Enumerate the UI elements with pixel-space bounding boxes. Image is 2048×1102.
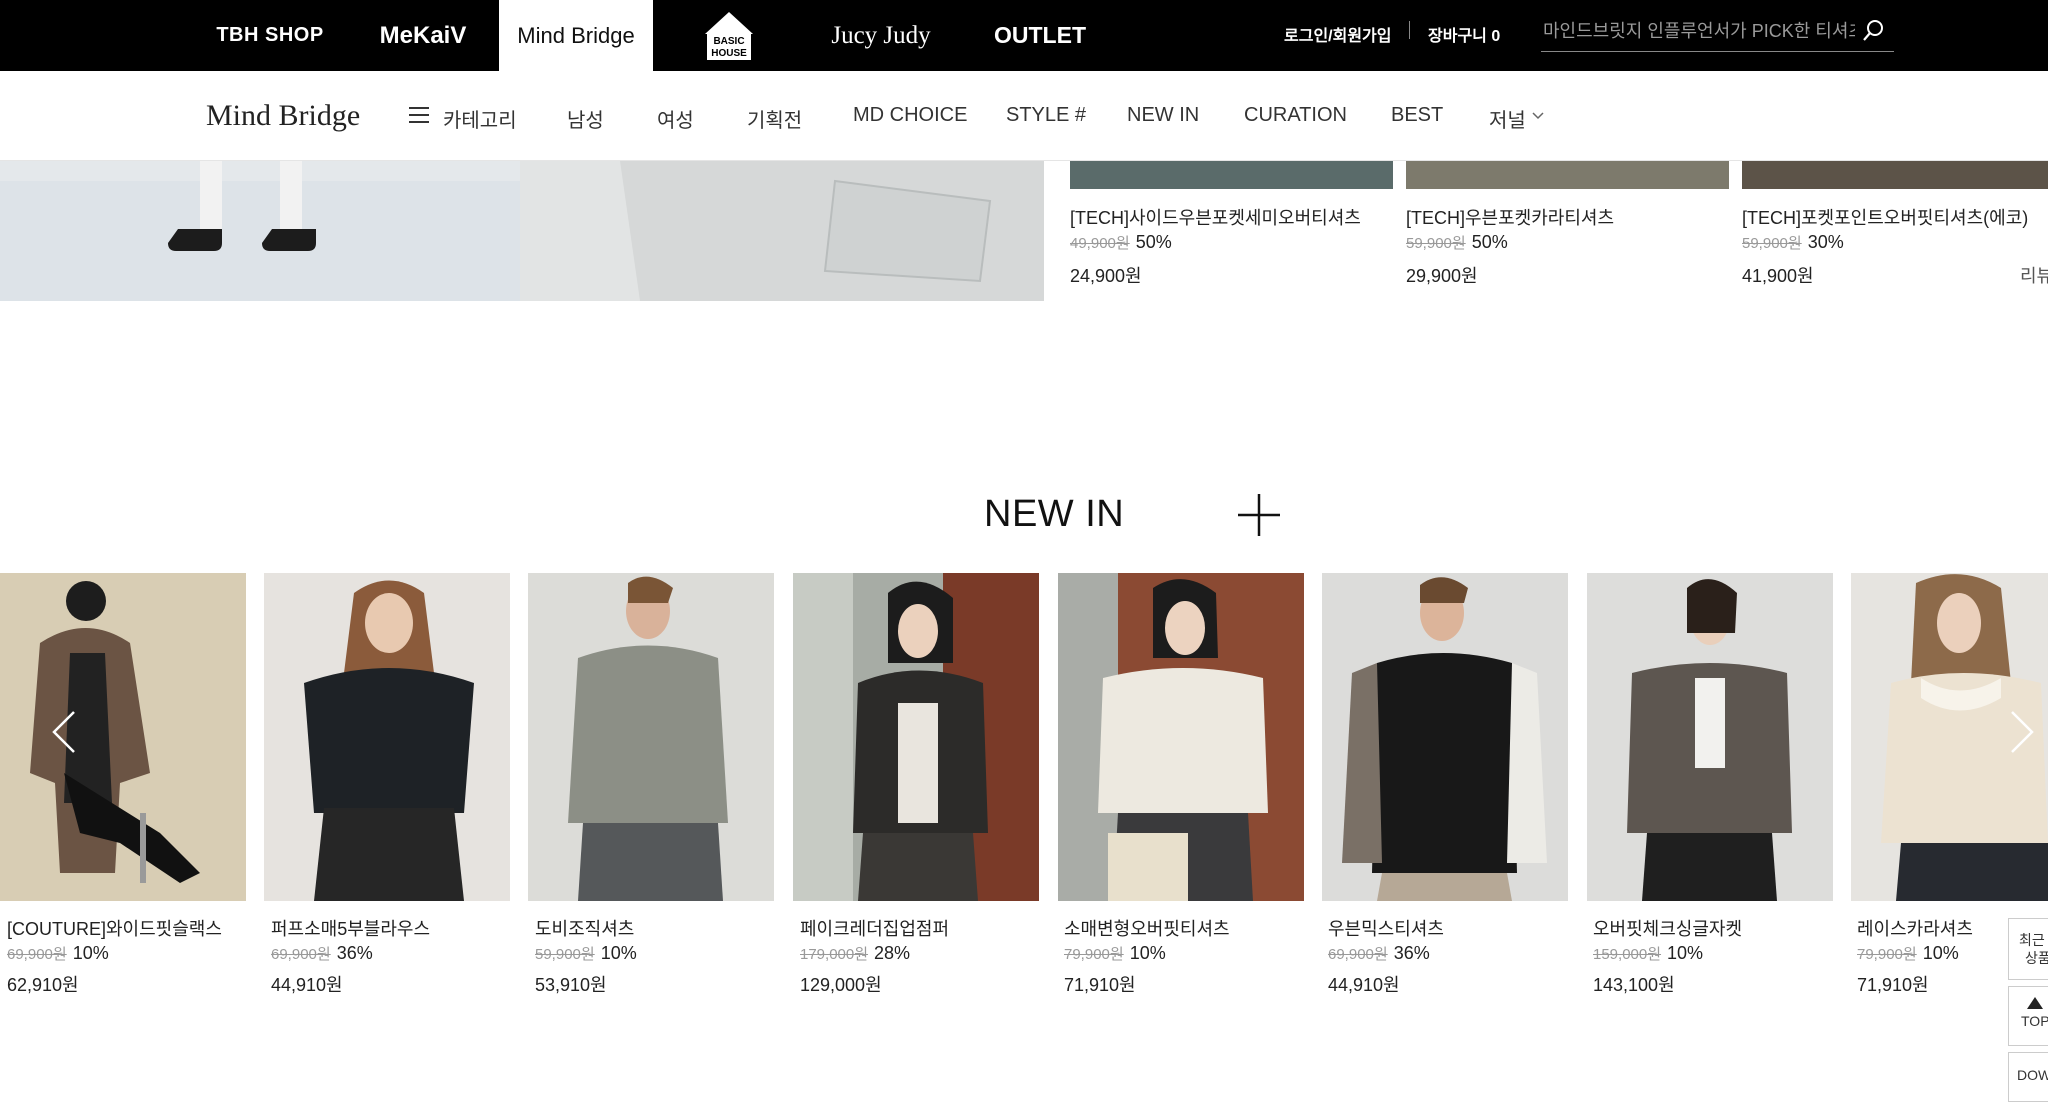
brand-tab-outlet[interactable]: OUTLET — [988, 0, 1092, 71]
svg-text:HOUSE: HOUSE — [711, 48, 747, 59]
product-image-top-1[interactable] — [1070, 161, 1393, 189]
product-image-6[interactable] — [1322, 573, 1568, 901]
recent-label-line2: 상품 — [2025, 950, 2048, 966]
login-link[interactable]: 로그인/회원가입 — [1284, 22, 1392, 46]
product-price-3: 53,910원 — [535, 975, 607, 995]
product-image-top-3[interactable] — [1742, 161, 2048, 189]
brand-tab-jucy-judy[interactable]: Jucy Judy — [826, 0, 936, 71]
product-photo-2 — [264, 573, 510, 901]
chevron-down-icon — [1532, 112, 1544, 120]
top-product-price-2: 29,900원 — [1406, 266, 1478, 286]
product-photo-4 — [793, 573, 1039, 901]
product-photo-5 — [1058, 573, 1304, 901]
search-icon[interactable] — [1860, 18, 1886, 44]
product-name-2[interactable]: 퍼프소매5부블라우스 — [271, 915, 430, 941]
site-logo[interactable]: Mind Bridge — [206, 99, 360, 133]
model-legs-image — [0, 161, 520, 301]
product-photo-7 — [1587, 573, 1833, 901]
product-name-6[interactable]: 우븐믹스티셔츠 — [1328, 915, 1444, 941]
nav-women[interactable]: 여성 — [657, 104, 694, 133]
product-photo-3 — [528, 573, 774, 901]
product-photo-6 — [1322, 573, 1568, 901]
carousel-prev-arrow-icon[interactable] — [50, 710, 80, 754]
product-priceline-3: 59,900원 10% — [535, 943, 637, 963]
top-product-price-3: 41,900원 — [1742, 266, 1814, 286]
top-product-name-2[interactable]: [TECH]우븐포켓카라티셔츠 — [1406, 204, 1614, 230]
nav-category[interactable]: 카테고리 — [443, 104, 517, 133]
nav-men[interactable]: 남성 — [567, 104, 604, 133]
product-image-7[interactable] — [1587, 573, 1833, 901]
brand-tab-mind-bridge[interactable]: Mind Bridge — [499, 0, 653, 71]
shirt-pocket-image — [520, 161, 1044, 301]
product-name-1[interactable]: [COUTURE]와이드핏슬랙스 — [7, 915, 222, 941]
product-priceline-6: 69,900원 36% — [1328, 943, 1430, 963]
product-image-top-2[interactable] — [1406, 161, 1729, 189]
product-price-2: 44,910원 — [271, 975, 343, 995]
search-box — [1541, 13, 1894, 52]
product-name-3[interactable]: 도비조직셔츠 — [535, 915, 634, 941]
hamburger-menu-icon[interactable] — [409, 107, 429, 123]
brand-tab-tbh-shop[interactable]: TBH SHOP — [212, 0, 328, 71]
top-product-name-3[interactable]: [TECH]포켓포인트오버핏티셔츠(에코) — [1742, 204, 2028, 230]
svg-text:BASIC: BASIC — [713, 36, 744, 47]
product-price-1: 62,910원 — [7, 975, 79, 995]
nav-exhibition[interactable]: 기획전 — [747, 104, 802, 133]
brand-tab-basic-house[interactable]: BASIC HOUSE — [702, 0, 756, 71]
product-name-7[interactable]: 오버핏체크싱글자켓 — [1593, 915, 1742, 941]
product-price-4: 129,000원 — [800, 975, 882, 995]
product-image-3[interactable] — [528, 573, 774, 901]
product-image-1[interactable] — [0, 573, 246, 901]
product-price-6: 44,910원 — [1328, 975, 1400, 995]
product-name-4[interactable]: 페이크레더집업점퍼 — [800, 915, 949, 941]
product-priceline-7: 159,000원 10% — [1593, 943, 1704, 963]
main-navigation: Mind Bridge 카테고리 남성 여성 기획전 MD CHOICE STY… — [0, 71, 2048, 161]
top-label: TOP — [2021, 1013, 2048, 1029]
cart-link[interactable]: 장바구니 0 — [1428, 22, 1500, 46]
arrow-up-icon — [2027, 997, 2043, 1009]
product-name-5[interactable]: 소매변형오버핏티셔츠 — [1064, 915, 1230, 941]
recent-products-button[interactable]: 최근 상품 — [2008, 918, 2048, 980]
product-priceline-2: 69,900원 36% — [271, 943, 373, 963]
top-product-review-3[interactable]: 리뷰 — [2020, 262, 2048, 288]
product-price-8: 71,910원 — [1857, 975, 1929, 995]
top-product-name-1[interactable]: [TECH]사이드우븐포켓세미오버티셔츠 — [1070, 204, 1361, 230]
util-separator — [1409, 21, 1410, 39]
nav-best[interactable]: BEST — [1391, 104, 1443, 127]
nav-md-choice[interactable]: MD CHOICE — [853, 104, 967, 127]
nav-new-in[interactable]: NEW IN — [1127, 104, 1199, 127]
basic-house-logo-icon: BASIC HOUSE — [705, 11, 753, 60]
product-price-7: 143,100원 — [1593, 975, 1675, 995]
section-title-new-in: NEW IN — [984, 493, 1125, 535]
plus-icon[interactable] — [1236, 492, 1282, 538]
down-label: DOWN — [2017, 1067, 2048, 1083]
top-button[interactable]: TOP — [2008, 986, 2048, 1046]
search-input[interactable] — [1543, 17, 1855, 45]
top-product-price-1: 24,900원 — [1070, 266, 1142, 286]
nav-curation[interactable]: CURATION — [1244, 104, 1347, 127]
brand-tab-mekaiv[interactable]: MeKaiV — [378, 0, 468, 71]
product-name-8[interactable]: 레이스카라셔츠 — [1857, 915, 1973, 941]
banner-image-left[interactable] — [0, 161, 520, 301]
product-image-5[interactable] — [1058, 573, 1304, 901]
brand-bar: TBH SHOP MeKaiV Mind Bridge BASIC HOUSE … — [0, 0, 2048, 71]
nav-style[interactable]: STYLE # — [1006, 104, 1086, 127]
banner-image-right[interactable] — [520, 161, 1044, 301]
product-photo-1 — [0, 573, 246, 901]
product-priceline-8: 79,900원 10% — [1857, 943, 1959, 963]
carousel-next-arrow-icon[interactable] — [2006, 710, 2036, 754]
top-product-priceline-1: 49,900원 50% — [1070, 232, 1172, 252]
product-price-5: 71,910원 — [1064, 975, 1136, 995]
product-priceline-4: 179,000원 28% — [800, 943, 911, 963]
product-image-4[interactable] — [793, 573, 1039, 901]
product-priceline-5: 79,900원 10% — [1064, 943, 1166, 963]
top-product-priceline-3: 59,900원 30% — [1742, 232, 1844, 252]
product-priceline-1: 69,900원 10% — [7, 943, 109, 963]
product-image-2[interactable] — [264, 573, 510, 901]
recent-label-line1: 최근 — [2019, 932, 2045, 948]
top-product-priceline-2: 59,900원 50% — [1406, 232, 1508, 252]
nav-journal[interactable]: 저널 — [1489, 104, 1526, 133]
down-button[interactable]: DOWN — [2008, 1052, 2048, 1102]
